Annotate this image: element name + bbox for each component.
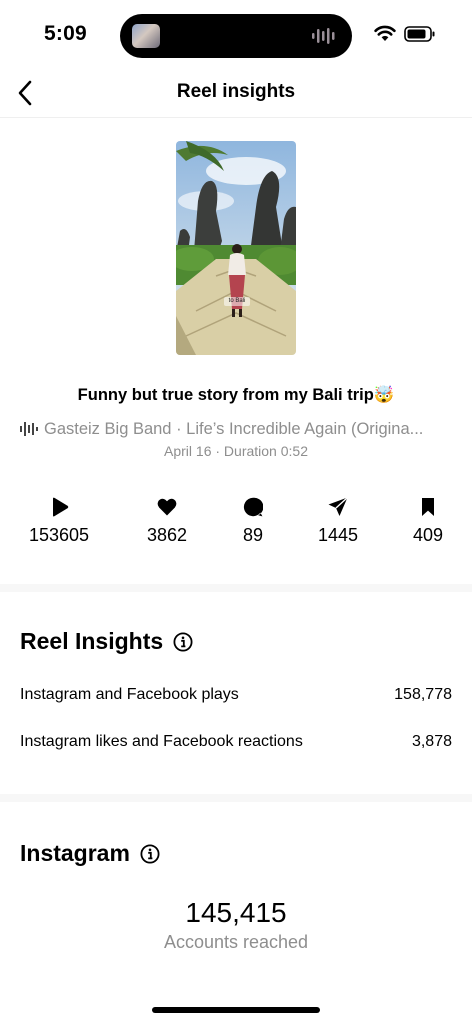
status-bar: 5:09 bbox=[0, 0, 472, 70]
likes-stat: 3862 bbox=[117, 497, 217, 546]
reel-title: Funny but true story from my Bali trip🤯 bbox=[77, 386, 395, 404]
home-indicator[interactable] bbox=[152, 1007, 320, 1013]
metric-value: 158,778 bbox=[394, 686, 452, 703]
section-divider bbox=[0, 794, 472, 802]
reel-insights-title: Reel Insights bbox=[20, 628, 164, 654]
saves-stat: 409 bbox=[378, 497, 472, 546]
send-icon bbox=[328, 497, 348, 516]
reactions-metric-row: Instagram likes and Facebook reactions 3… bbox=[20, 733, 452, 751]
bookmark-icon bbox=[422, 498, 434, 516]
reel-overlay-text: to Bali bbox=[228, 298, 246, 304]
shares-stat: 1445 bbox=[288, 497, 388, 546]
now-playing-thumbnail bbox=[132, 24, 160, 48]
wifi-icon bbox=[374, 25, 396, 41]
reel-cover-image bbox=[176, 141, 296, 355]
saves-count: 409 bbox=[412, 525, 444, 545]
audio-row[interactable]: Gasteiz Big Band · Life’s Incredible Aga… bbox=[20, 418, 450, 440]
info-icon[interactable] bbox=[140, 843, 160, 864]
reel-date-duration: April 16 · Duration 0:52 bbox=[164, 443, 308, 459]
audio-track-label: Gasteiz Big Band · Life’s Incredible Aga… bbox=[44, 419, 424, 438]
metric-label: Instagram and Facebook plays bbox=[20, 686, 239, 703]
metric-label: Instagram likes and Facebook reactions bbox=[20, 733, 303, 750]
instagram-heading: Instagram bbox=[20, 840, 160, 867]
instagram-title: Instagram bbox=[20, 840, 130, 866]
audio-bars-icon bbox=[20, 422, 38, 436]
accounts-reached-label: Accounts reached bbox=[163, 932, 309, 952]
plays-count: 153605 bbox=[28, 525, 90, 545]
accounts-reached-count: 145,415 bbox=[185, 897, 287, 928]
reel-thumbnail[interactable]: to Bali bbox=[176, 141, 296, 355]
play-icon bbox=[53, 497, 69, 517]
reel-insights-heading: Reel Insights bbox=[20, 628, 193, 655]
engagement-stats: 153605 3862 89 1445 409 bbox=[0, 497, 472, 553]
navigation-header: Reel insights bbox=[0, 70, 472, 118]
heart-icon bbox=[157, 498, 177, 516]
plays-metric-row: Instagram and Facebook plays 158,778 bbox=[20, 686, 452, 704]
plays-stat: 153605 bbox=[9, 497, 109, 546]
shares-count: 1445 bbox=[317, 525, 359, 545]
audio-waveform-icon bbox=[312, 28, 335, 44]
comment-icon bbox=[243, 497, 263, 517]
dynamic-island[interactable] bbox=[120, 14, 352, 58]
status-time: 5:09 bbox=[44, 22, 87, 45]
info-icon[interactable] bbox=[173, 631, 193, 652]
page-title: Reel insights bbox=[176, 81, 296, 102]
metric-value: 3,878 bbox=[411, 733, 452, 750]
battery-icon bbox=[404, 26, 435, 42]
likes-count: 3862 bbox=[146, 525, 188, 545]
section-divider bbox=[0, 584, 472, 592]
